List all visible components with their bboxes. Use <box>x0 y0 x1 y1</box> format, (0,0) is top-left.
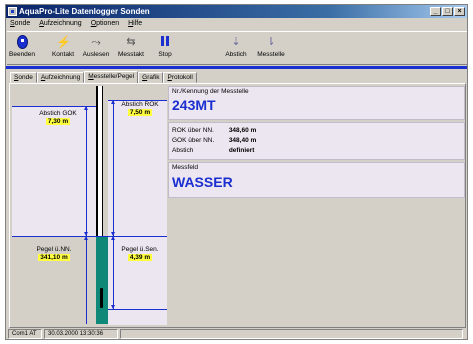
minimize-button[interactable]: _ <box>430 7 441 16</box>
gok-value: 348,40 m <box>228 137 257 144</box>
messtelle-icon: ⇂ <box>266 36 276 48</box>
pegel-sen-label: Pegel ü.Sen. <box>121 246 159 253</box>
pause-icon <box>160 35 170 49</box>
status-datetime: 30.03.2000 13:30:36 <box>44 329 118 339</box>
app-icon <box>8 7 17 16</box>
abstich-icon: ⇣ <box>231 36 241 48</box>
title-bar[interactable]: AquaPro-Lite Datenlogger Sonden _ □ × <box>6 5 467 18</box>
rok-depth-arrow <box>111 100 115 236</box>
application-window: AquaPro-Lite Datenlogger Sonden _ □ × So… <box>5 4 468 340</box>
gok-depth-arrow <box>84 106 88 236</box>
messtakt-button[interactable]: ⇆ Messtakt <box>113 34 149 64</box>
menu-hilfe[interactable]: Hilfe <box>128 18 142 30</box>
kontakt-label: Kontakt <box>51 51 75 58</box>
messfeld-caption: Messfeld <box>172 164 199 171</box>
messtelle-label: Messtelle <box>257 51 285 58</box>
tab-strip: Sonde Aufzeichnung Messtelle/Pegel Grafi… <box>10 71 197 83</box>
probe-icon: ⚡ <box>56 35 71 49</box>
abstich-rok-value: 7,50 m <box>127 109 153 116</box>
tab-aufzeichnung[interactable]: Aufzeichnung <box>36 72 85 83</box>
ground-region <box>12 106 96 236</box>
gok-label: GOK über NN. <box>172 137 215 144</box>
auslesen-label: Auslesen <box>82 51 110 58</box>
messfeld-value: WASSER <box>172 174 233 190</box>
abstich-rok-block: Abstich ROK 7,50 m <box>116 101 164 116</box>
status-message <box>120 329 463 339</box>
tab-protokoll[interactable]: Protokoll <box>163 72 197 83</box>
messfeld-box[interactable]: Messfeld WASSER <box>168 162 465 198</box>
abstich-row: Abstich definiert <box>172 147 254 154</box>
abstich-label: Abstich <box>225 51 247 58</box>
status-port: Com1 AT <box>8 329 42 339</box>
maximize-button[interactable]: □ <box>442 7 453 16</box>
gok-row: GOK über NN. 348,40 m <box>172 137 256 144</box>
reference-box: ROK über NN. 348,60 m GOK über NN. 348,4… <box>168 122 465 160</box>
abstich-label: Abstich <box>172 147 194 154</box>
tab-content: Abstich ROK 7,50 m Abstich GOK 7,30 m Pe… <box>9 83 466 328</box>
menu-sonde[interactable]: Sonde <box>10 18 30 30</box>
read-icon: ⤳ <box>91 35 101 49</box>
messtakt-label: Messtakt <box>117 51 144 58</box>
abstich-rok-label: Abstich ROK <box>121 101 159 108</box>
abstich-value: definiert <box>228 147 255 154</box>
tab-grafik[interactable]: Grafik <box>138 72 164 83</box>
messtelle-button[interactable]: ⇂ Messtelle <box>253 34 289 64</box>
beenden-button[interactable]: Beenden <box>9 34 35 64</box>
well-interior-region <box>108 100 167 325</box>
abstich-button[interactable]: ⇣ Abstich <box>221 34 251 64</box>
kennung-caption: Nr./Kennung der Messtelle <box>172 88 249 95</box>
close-button[interactable]: × <box>454 7 465 16</box>
nn-level-arrow <box>84 236 88 324</box>
menu-aufzeichnung[interactable]: Aufzeichnung <box>39 18 81 30</box>
well-diagram: Abstich ROK 7,50 m Abstich GOK 7,30 m Pe… <box>12 86 167 325</box>
pegel-nn-value: 341,10 m <box>38 254 70 261</box>
sensor-line <box>108 309 167 310</box>
accent-bar <box>6 66 467 69</box>
window-title: AquaPro-Lite Datenlogger Sonden <box>19 7 150 16</box>
kennung-box[interactable]: Nr./Kennung der Messtelle 243MT <box>168 86 465 120</box>
rok-value: 348,60 m <box>228 127 257 134</box>
beenden-label: Beenden <box>9 51 36 58</box>
water-column <box>96 236 108 324</box>
abstich-gok-value: 7,30 m <box>45 118 71 125</box>
pegel-sen-value: 4,39 m <box>127 254 153 261</box>
rok-row: ROK über NN. 348,60 m <box>172 127 256 134</box>
menu-optionen[interactable]: Optionen <box>91 18 119 30</box>
pegel-nn-block: Pegel ü.NN. 341,10 m <box>26 246 82 261</box>
stop-label: Stop <box>158 51 172 58</box>
status-bar: Com1 AT 30.03.2000 13:30:36 <box>6 329 467 339</box>
datalogger-probe <box>100 288 103 308</box>
pegel-sen-block: Pegel ü.Sen. 4,39 m <box>116 246 164 261</box>
abstich-gok-label: Abstich GOK <box>39 110 77 117</box>
cycle-icon: ⇆ <box>126 36 136 48</box>
tab-sonde[interactable]: Sonde <box>10 72 37 83</box>
stop-button[interactable]: Stop <box>153 34 177 64</box>
menu-bar: Sonde Aufzeichnung Optionen Hilfe <box>6 18 467 30</box>
water-level-line <box>12 236 167 237</box>
info-panel: Nr./Kennung der Messtelle 243MT ROK über… <box>168 86 465 324</box>
pegel-nn-label: Pegel ü.NN. <box>36 246 72 253</box>
abstich-gok-block: Abstich GOK 7,30 m <box>30 110 86 125</box>
rok-label: ROK über NN. <box>172 127 214 134</box>
exit-icon <box>16 35 28 49</box>
auslesen-button[interactable]: ⤳ Auslesen <box>79 34 113 64</box>
sensor-level-arrow <box>111 236 115 309</box>
kennung-value: 243MT <box>172 97 216 113</box>
kontakt-button[interactable]: ⚡ Kontakt <box>49 34 77 64</box>
tab-messtelle-pegel[interactable]: Messtelle/Pegel <box>84 71 139 83</box>
toolbar: Beenden ⚡ Kontakt ⤳ Auslesen ⇆ Messtakt … <box>7 31 467 65</box>
